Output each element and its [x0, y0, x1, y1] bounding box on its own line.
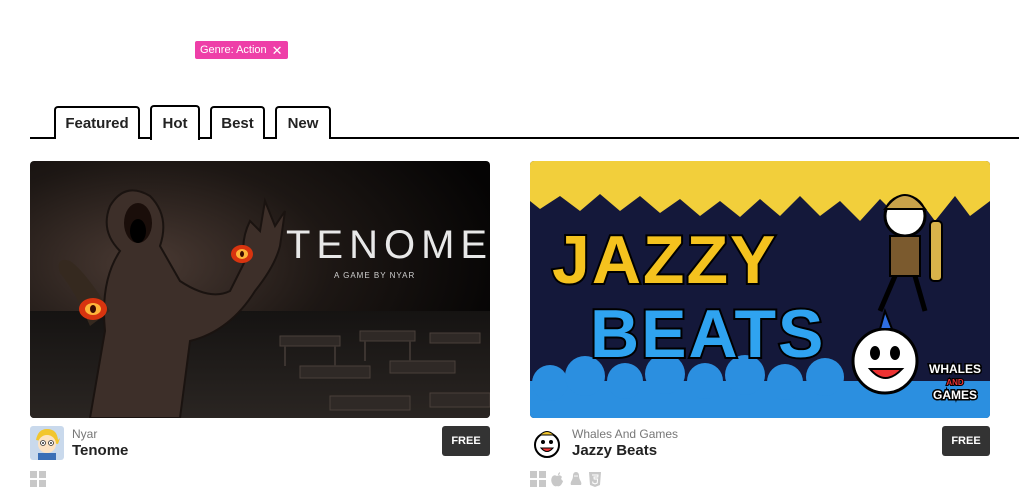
studio-name[interactable]: Whales And Games [572, 427, 678, 441]
genre-filter-tag[interactable]: Genre: Action ✕ [195, 41, 288, 59]
tab-best[interactable]: Best [210, 106, 265, 139]
windows-icon [30, 471, 46, 487]
tab-hot-label: Hot [162, 115, 188, 132]
platform-icons [530, 471, 603, 487]
cover-title-line1: JAZZY [552, 222, 777, 298]
game-title[interactable]: Jazzy Beats [572, 442, 657, 459]
game-meta: Whales And Games Jazzy Beats FREE [530, 426, 990, 466]
game-meta: Nyar Tenome FREE [30, 426, 490, 466]
tab-featured[interactable]: Featured [54, 106, 140, 139]
html5-icon [587, 471, 603, 487]
tenome-cover-art: TENOME A GAME BY NYAR [30, 161, 490, 418]
apple-icon [549, 471, 565, 487]
price-badge[interactable]: FREE [942, 426, 990, 456]
game-card-tenome[interactable]: TENOME A GAME BY NYAR Nyar Tenome FREE [30, 161, 490, 487]
games-browse-page: Genre: Action ✕ Featured Hot Best New TE… [0, 0, 1019, 489]
cover-logo-line3: GAMES [933, 388, 977, 402]
price-badge[interactable]: FREE [442, 426, 490, 456]
game-title[interactable]: Tenome [72, 442, 128, 459]
studio-name[interactable]: Nyar [72, 427, 97, 441]
windows-icon [530, 471, 546, 487]
game-card-jazzy-beats[interactable]: JAZZY BEATS WHALES AND GAMES Whales And … [530, 161, 990, 487]
cover-logo-line1: WHALES [929, 362, 981, 376]
tab-hot[interactable]: Hot [150, 105, 200, 141]
jazzy-beats-cover-art: JAZZY BEATS WHALES AND GAMES [530, 161, 990, 418]
cover-title-text: TENOME [286, 223, 490, 267]
game-cover-image[interactable]: JAZZY BEATS WHALES AND GAMES [530, 161, 990, 418]
cover-logo-line2: AND [946, 378, 964, 387]
tab-featured-label: Featured [65, 115, 129, 132]
game-cover-image[interactable]: TENOME A GAME BY NYAR [30, 161, 490, 418]
platform-icons [30, 471, 46, 487]
cover-title-line2: BEATS [590, 296, 825, 372]
cover-subtitle-text: A GAME BY NYAR [334, 271, 415, 280]
linux-icon [568, 471, 584, 487]
tab-new[interactable]: New [275, 106, 331, 139]
tab-best-label: Best [221, 115, 254, 132]
filter-tag-label: Genre: Action [200, 44, 267, 56]
sort-tabs: Featured Hot Best New [30, 103, 1019, 141]
tab-new-label: New [287, 115, 319, 132]
studio-avatar[interactable] [30, 426, 64, 460]
close-icon[interactable]: ✕ [272, 44, 283, 57]
studio-avatar[interactable] [530, 426, 564, 460]
